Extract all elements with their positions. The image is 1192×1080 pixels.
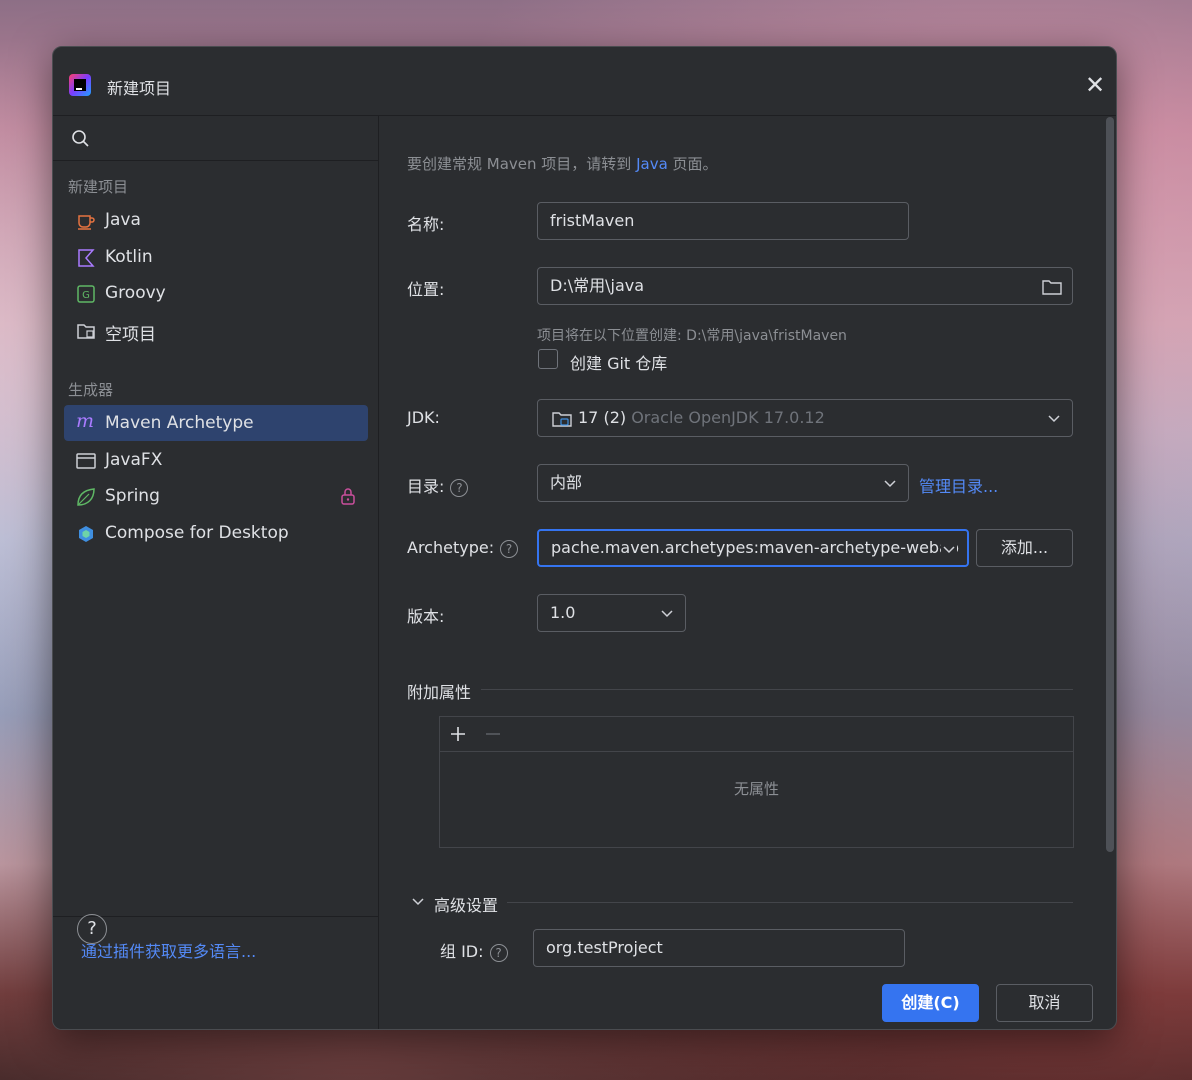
sidebar: 新建项目 Java Kotlin G Groovy 空项目 生成器 m Mave… [53,116,379,1029]
location-hint: 项目将在以下位置创建: D:\常用\java\fristMaven [537,328,847,344]
sidebar-item-label: Kotlin [105,247,153,267]
sidebar-item-label: Java [105,210,141,230]
javafx-window-icon [76,453,96,469]
spring-leaf-icon [77,488,95,506]
maven-hint: 要创建常规 Maven 项目，请转到 Java 页面。 [407,153,718,174]
section-new-project: 新建项目 [68,178,129,196]
dialog-title: 新建项目 [107,79,172,98]
create-button[interactable]: 创建(C) [882,984,979,1022]
sidebar-item-label: 空项目 [105,325,156,345]
sidebar-item-label: JavaFX [105,450,163,470]
more-languages-link[interactable]: 通过插件获取更多语言... [81,938,256,962]
sidebar-item-spring[interactable]: Spring [64,478,368,514]
hint-text: 页面。 [672,155,718,173]
location-label: 位置: [407,280,445,299]
compose-icon [79,526,93,542]
sidebar-item-java[interactable]: Java [64,202,368,238]
sidebar-item-label: Maven Archetype [105,413,254,433]
jdk-select[interactable]: 17 (2) Oracle OpenJDK 17.0.12 [537,399,1073,437]
sidebar-item-maven-archetype[interactable]: m Maven Archetype [64,405,368,441]
scrollbar[interactable] [1106,117,1114,852]
catalog-value: 内部 [550,473,583,492]
remove-icon[interactable] [484,725,502,743]
close-icon[interactable]: ✕ [1081,71,1109,99]
archetype-label: Archetype:? [407,538,519,558]
sidebar-item-kotlin[interactable]: Kotlin [64,239,368,275]
jdk-label: JDK: [407,408,440,427]
name-input[interactable]: fristMaven [537,202,909,240]
java-cup-icon [78,215,95,230]
folder-icon[interactable] [1042,278,1062,296]
java-page-link[interactable]: Java [636,155,668,173]
properties-table: 无属性 [439,716,1074,848]
version-label: 版本: [407,607,445,626]
no-properties-text: 无属性 [733,780,779,798]
name-label: 名称: [407,215,445,234]
chevron-down-icon [941,541,957,557]
hint-text: 要创建常规 Maven 项目，请转到 [407,155,632,173]
chevron-down-icon[interactable] [411,894,425,908]
kotlin-icon [78,249,95,267]
sidebar-item-label: Groovy [105,283,166,303]
sidebar-item-javafx[interactable]: JavaFX [64,442,368,478]
sidebar-item-label: Spring [105,486,160,506]
sidebar-item-label: Compose for Desktop [105,523,289,543]
new-project-dialog: 新建项目 ✕ 新建项目 Java Kotlin G Groovy 空项目 生成器… [52,46,1117,1030]
sidebar-search[interactable] [53,116,378,161]
title-bar: 新建项目 ✕ [53,47,1116,116]
svg-text:G: G [82,290,90,301]
catalog-help-icon[interactable]: ? [450,478,469,497]
maven-icon: m [76,410,95,432]
cancel-button[interactable]: 取消 [996,984,1093,1022]
jdk-version: 17 (2) [578,408,627,427]
groovy-icon: G [77,285,95,303]
chevron-down-icon [884,480,896,488]
sidebar-item-groovy[interactable]: G Groovy [64,275,368,311]
advanced-settings-title[interactable]: 高级设置 [434,892,498,916]
catalog-select[interactable]: 内部 [537,464,909,502]
archetype-help-icon[interactable]: ? [500,539,519,558]
search-icon [72,130,89,147]
manage-catalogs-link[interactable]: 管理目录... [919,473,998,497]
catalog-label-text: 目录: [407,477,445,496]
location-value: D:\常用\java [550,276,645,295]
archetype-label-text: Archetype: [407,538,495,557]
add-icon[interactable] [449,725,467,743]
help-icon[interactable]: ? [77,914,107,944]
chevron-down-icon [661,610,673,618]
group-id-input[interactable]: org.testProject [533,929,905,967]
sidebar-item-compose-desktop[interactable]: Compose for Desktop [64,515,368,551]
version-select[interactable]: 1.0 [537,594,686,632]
group-id-label: 组 ID:? [440,938,508,962]
empty-project-folder-icon [77,324,95,339]
sidebar-item-empty-project[interactable]: 空项目 [64,312,368,348]
divider [507,902,1073,903]
intellij-app-icon [69,74,91,96]
add-archetype-button[interactable]: 添加... [976,529,1073,567]
jdk-folder-icon [552,411,572,427]
location-input[interactable]: D:\常用\java [537,267,1073,305]
chevron-down-icon [1048,415,1060,423]
jdk-detail: Oracle OpenJDK 17.0.12 [631,408,825,427]
group-id-help-icon[interactable]: ? [489,943,508,962]
section-generators: 生成器 [68,381,114,399]
group-id-label-text: 组 ID: [440,942,484,961]
dialog-footer: 创建(C) 取消 [53,971,1116,1029]
lock-icon [341,488,355,505]
properties-toolbar [440,717,1073,752]
archetype-value: pache.maven.archetypes:maven-archetype-w… [551,538,960,557]
archetype-select[interactable]: pache.maven.archetypes:maven-archetype-w… [537,529,969,567]
additional-properties-title: 附加属性 [407,683,472,702]
create-git-label: 创建 Git 仓库 [570,354,668,373]
form-panel: 要创建常规 Maven 项目，请转到 Java 页面。 名称: fristMav… [379,116,1116,971]
version-value: 1.0 [550,603,576,622]
divider [481,689,1073,690]
catalog-label: 目录:? [407,473,469,497]
create-git-checkbox[interactable] [538,349,558,369]
